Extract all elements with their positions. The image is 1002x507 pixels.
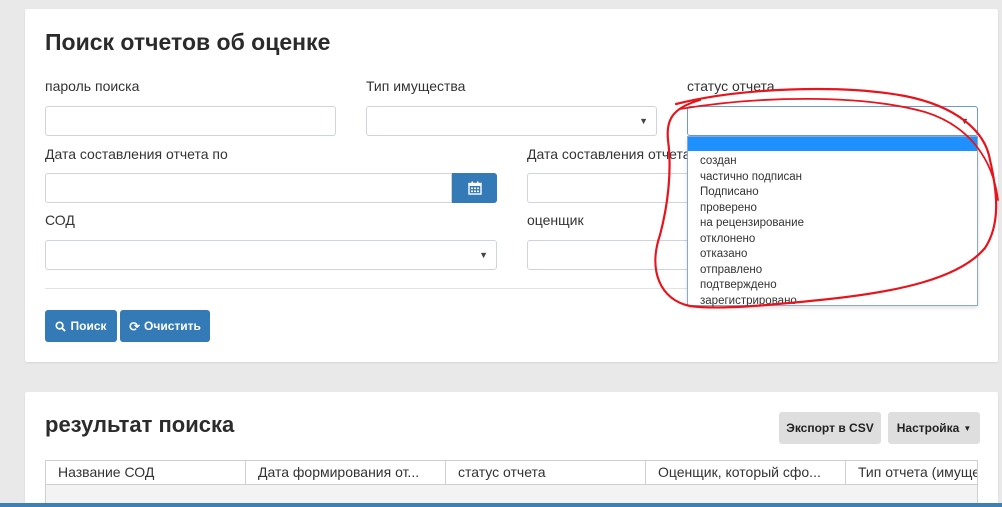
status-option-empty[interactable]: [688, 137, 977, 151]
status-option[interactable]: отправлено: [688, 263, 977, 279]
search-button-label: Поиск: [70, 319, 107, 333]
bottom-scrollbar[interactable]: [0, 503, 1002, 507]
status-option[interactable]: Подписано: [688, 185, 977, 201]
column-header[interactable]: статус отчета: [446, 461, 646, 484]
column-header[interactable]: Дата формирования от...: [246, 461, 446, 484]
report-status-label: статус отчета: [687, 78, 775, 94]
caret-down-icon: ▼: [963, 423, 972, 433]
search-icon: [55, 320, 67, 332]
sod-select[interactable]: ▼: [45, 240, 497, 270]
column-header[interactable]: Название СОД: [46, 461, 246, 484]
chevron-down-icon: ▼: [639, 116, 648, 126]
results-title: результат поиска: [45, 412, 235, 437]
date-from-label: Дата составления отчета: [527, 146, 691, 162]
chevron-down-icon: ▼: [479, 250, 488, 260]
settings-label: Настройка: [896, 421, 960, 435]
date-to-input[interactable]: [45, 173, 452, 203]
column-header[interactable]: Тип отчета (имущест: [846, 461, 977, 484]
calendar-icon: [467, 181, 482, 195]
password-input[interactable]: [45, 106, 336, 136]
results-panel: результат поиска Экспорт в CSV Настройка…: [25, 392, 998, 507]
property-type-select[interactable]: ▼: [366, 106, 657, 136]
status-option[interactable]: создан: [688, 154, 977, 170]
status-option[interactable]: частично подписан: [688, 170, 977, 186]
date-to-label: Дата составления отчета по: [45, 146, 228, 162]
status-dropdown-list[interactable]: создан частично подписан Подписано прове…: [687, 136, 978, 307]
export-csv-label: Экспорт в CSV: [786, 421, 874, 435]
page-title: Поиск отчетов об оценке: [45, 29, 331, 55]
search-button[interactable]: Поиск: [45, 310, 117, 342]
clear-button-label: Очистить: [144, 319, 201, 333]
status-option[interactable]: проверено: [688, 201, 977, 217]
calendar-button[interactable]: [452, 173, 497, 203]
sod-label: СОД: [45, 212, 75, 228]
results-table-header: Название СОД Дата формирования от... ста…: [45, 460, 978, 485]
status-option[interactable]: отказано: [688, 247, 977, 263]
refresh-icon: ⟳: [129, 318, 141, 334]
status-option[interactable]: отклонено: [688, 232, 977, 248]
appraiser-label: оценщик: [527, 212, 584, 228]
column-header[interactable]: Оценщик, который сфо...: [646, 461, 846, 484]
chevron-down-icon: ▼: [960, 116, 969, 126]
property-type-label: Тип имущества: [366, 78, 466, 94]
status-option[interactable]: зарегистрировано: [688, 294, 977, 310]
status-option[interactable]: на рецензирование: [688, 216, 977, 232]
clear-button[interactable]: ⟳ Очистить: [120, 310, 210, 342]
export-csv-button[interactable]: Экспорт в CSV: [779, 412, 881, 444]
settings-button[interactable]: Настройка ▼: [888, 412, 980, 444]
password-label: пароль поиска: [45, 78, 140, 94]
status-option[interactable]: подтверждено: [688, 278, 977, 294]
report-status-select[interactable]: ▼: [687, 106, 978, 136]
